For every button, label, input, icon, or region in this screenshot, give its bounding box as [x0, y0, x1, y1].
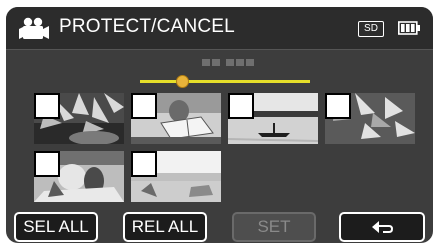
page-block	[202, 59, 210, 66]
set-button[interactable]: SET	[232, 212, 316, 242]
select-checkbox[interactable]	[34, 151, 60, 177]
button-bar: SEL ALL REL ALL SET	[6, 206, 433, 243]
video-camera-icon	[19, 17, 49, 39]
battery-full-icon	[398, 21, 420, 35]
select-all-button[interactable]: SEL ALL	[14, 212, 98, 242]
sd-card-badge: SD	[358, 21, 384, 37]
page-blocks-icon	[202, 59, 254, 66]
page-block	[246, 59, 254, 66]
select-checkbox[interactable]	[34, 93, 60, 119]
release-all-button[interactable]: REL ALL	[123, 212, 207, 242]
slider-track[interactable]	[140, 80, 310, 83]
screen-title: PROTECT/CANCEL	[59, 16, 235, 37]
select-checkbox[interactable]	[131, 151, 157, 177]
slider-knob[interactable]	[176, 75, 189, 88]
page-slider[interactable]	[140, 75, 310, 88]
camera-lcd-screen: PROTECT/CANCEL SD SEL ALL REL ALL SET	[6, 7, 433, 243]
page-block	[212, 59, 220, 66]
select-checkbox[interactable]	[131, 93, 157, 119]
thumbnail-2[interactable]	[131, 93, 221, 144]
return-arrow-icon	[372, 221, 393, 233]
page-block	[226, 59, 234, 66]
thumbnail-5[interactable]	[34, 151, 124, 202]
thumbnail-3[interactable]	[228, 93, 318, 144]
back-button[interactable]	[339, 212, 425, 242]
thumbnail-4[interactable]	[325, 93, 415, 144]
thumbnail-6[interactable]	[131, 151, 221, 202]
select-checkbox[interactable]	[325, 93, 351, 119]
select-checkbox[interactable]	[228, 93, 254, 119]
page-block	[236, 59, 244, 66]
thumbnail-1[interactable]	[34, 93, 124, 144]
header-bar: PROTECT/CANCEL SD	[6, 7, 433, 50]
